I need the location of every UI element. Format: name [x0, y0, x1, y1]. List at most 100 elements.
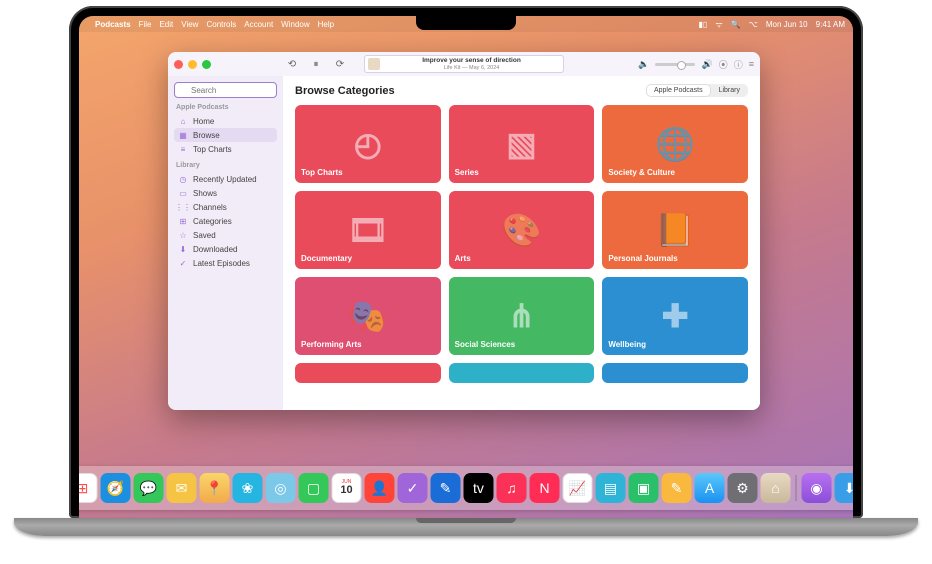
- volume-slider[interactable]: [655, 63, 695, 66]
- category-card-documentary[interactable]: 🎞Documentary: [295, 191, 441, 269]
- dock-safari[interactable]: 🧭: [101, 473, 131, 503]
- category-card-series[interactable]: ▧Series: [449, 105, 595, 183]
- masks-icon: 🎭: [295, 277, 441, 355]
- sidebar-item-label: Latest Episodes: [193, 259, 250, 268]
- dock-music[interactable]: ♫: [497, 473, 527, 503]
- category-card-peek[interactable]: [449, 363, 595, 383]
- menu-account[interactable]: Account: [244, 20, 273, 29]
- info-button[interactable]: ⓘ: [734, 58, 743, 71]
- dock-launchpad[interactable]: ⊞: [79, 473, 98, 503]
- play-pause-button[interactable]: ⏸: [309, 57, 323, 71]
- battery-icon[interactable]: ▮▯: [699, 20, 708, 29]
- dock-notes[interactable]: ✎: [431, 473, 461, 503]
- sidebar-item-label: Categories: [193, 217, 232, 226]
- dock-facetime[interactable]: ▢: [299, 473, 329, 503]
- dock-messages[interactable]: 💬: [134, 473, 164, 503]
- search-input[interactable]: [174, 82, 277, 98]
- dock-reminders[interactable]: ✓: [398, 473, 428, 503]
- category-card-peek[interactable]: [602, 363, 748, 383]
- sidebar-item-label: Downloaded: [193, 245, 237, 254]
- home-icon: ⌂: [178, 116, 188, 126]
- sidebar-item-downloaded[interactable]: ⬇ Downloaded: [174, 242, 277, 256]
- dock-home[interactable]: ⌂: [761, 473, 791, 503]
- dock: ☺ ⊞ 🧭 💬 ✉ 📍 ❀ ◎ ▢ JUN10 👤 ✓ ✎ tv ♫ N 📈 ▤…: [79, 466, 853, 510]
- sidebar: 🔍 Apple Podcasts ⌂Home ▦Browse ≡Top Char…: [168, 76, 283, 410]
- sidebar-item-label: Shows: [193, 189, 217, 198]
- dock-keynote[interactable]: ▣: [629, 473, 659, 503]
- list-icon: ≡: [178, 144, 188, 154]
- category-card-arts[interactable]: 🎨Arts: [449, 191, 595, 269]
- volume-icon[interactable]: 🔈: [638, 59, 649, 70]
- globe-icon: 🌐: [602, 105, 748, 183]
- category-card-performing[interactable]: 🎭Performing Arts: [295, 277, 441, 355]
- star-icon: ☆: [178, 230, 188, 240]
- menubar-date[interactable]: Mon Jun 10: [766, 20, 808, 29]
- zoom-button[interactable]: [202, 60, 211, 69]
- close-button[interactable]: [174, 60, 183, 69]
- minimize-button[interactable]: [188, 60, 197, 69]
- category-card-top-charts[interactable]: ◴Top Charts: [295, 105, 441, 183]
- sidebar-section-apple: Apple Podcasts: [176, 104, 275, 111]
- titlebar: ⟲ ⏸ ⟳ Improve your sense of direction Li…: [168, 52, 760, 76]
- now-playing[interactable]: Improve your sense of direction Life Kit…: [364, 55, 564, 73]
- queue-button[interactable]: ≡: [749, 59, 754, 69]
- dock-photos[interactable]: ❀: [233, 473, 263, 503]
- dock-settings[interactable]: ⚙: [728, 473, 758, 503]
- sidebar-item-shows[interactable]: ▭Shows: [174, 186, 277, 200]
- category-grid: ◴Top Charts ▧Series 🌐Society & Culture 🎞…: [283, 101, 760, 410]
- dock-pages[interactable]: ✎: [662, 473, 692, 503]
- dock-separator: [796, 475, 797, 501]
- clock-icon: ◷: [178, 174, 188, 184]
- sidebar-item-label: Browse: [193, 131, 220, 140]
- dock-news[interactable]: N: [530, 473, 560, 503]
- dock-mail[interactable]: ✉: [167, 473, 197, 503]
- control-center-icon[interactable]: ⌥: [749, 20, 758, 29]
- sidebar-item-label: Home: [193, 117, 214, 126]
- dock-stocks[interactable]: 📈: [563, 473, 593, 503]
- sidebar-item-browse[interactable]: ▦ Browse: [174, 128, 277, 142]
- spotlight-icon[interactable]: 🔍: [731, 20, 741, 29]
- menu-edit[interactable]: Edit: [159, 20, 173, 29]
- category-card-wellbeing[interactable]: ✚Wellbeing: [602, 277, 748, 355]
- forward-button[interactable]: ⟳: [333, 57, 347, 71]
- sidebar-item-categories[interactable]: ⊞Categories: [174, 214, 277, 228]
- menu-controls[interactable]: Controls: [206, 20, 236, 29]
- sidebar-item-home[interactable]: ⌂ Home: [174, 114, 277, 128]
- dock-maps[interactable]: 📍: [200, 473, 230, 503]
- rewind-button[interactable]: ⟲: [285, 57, 299, 71]
- menu-window[interactable]: Window: [281, 20, 309, 29]
- sidebar-item-channels[interactable]: ⋮⋮Channels: [174, 200, 277, 214]
- dock-downloads[interactable]: ⬇: [835, 473, 854, 503]
- plus-icon: ✚: [602, 277, 748, 355]
- now-playing-artwork: [368, 58, 380, 70]
- channels-icon: ⋮⋮: [178, 202, 188, 212]
- sidebar-item-recent[interactable]: ◷Recently Updated: [174, 172, 277, 186]
- category-card-peek[interactable]: [295, 363, 441, 383]
- category-card-social-sciences[interactable]: ⋔Social Sciences: [449, 277, 595, 355]
- menu-file[interactable]: File: [139, 20, 152, 29]
- dock-contacts[interactable]: 👤: [365, 473, 395, 503]
- sidebar-item-topcharts[interactable]: ≡Top Charts: [174, 142, 277, 156]
- grid-icon: ▦: [178, 130, 188, 140]
- airplay-button[interactable]: ⦿: [719, 58, 728, 71]
- dock-findmy[interactable]: ◎: [266, 473, 296, 503]
- pill-apple-podcasts[interactable]: Apple Podcasts: [646, 84, 711, 97]
- category-card-journals[interactable]: 📙Personal Journals: [602, 191, 748, 269]
- menu-help[interactable]: Help: [318, 20, 334, 29]
- sidebar-item-saved[interactable]: ☆Saved: [174, 228, 277, 242]
- dock-numbers[interactable]: ▤: [596, 473, 626, 503]
- menu-view[interactable]: View: [181, 20, 198, 29]
- menubar-time[interactable]: 9:41 AM: [816, 20, 845, 29]
- dock-appstore[interactable]: A: [695, 473, 725, 503]
- download-icon: ⬇: [178, 244, 188, 254]
- sidebar-item-latest[interactable]: ✓Latest Episodes: [174, 256, 277, 270]
- dock-calendar[interactable]: JUN10: [332, 473, 362, 503]
- chart-icon: ◴: [295, 105, 441, 183]
- main-content: Browse Categories Apple Podcasts Library…: [283, 76, 760, 410]
- app-menu[interactable]: Podcasts: [95, 20, 131, 29]
- dock-podcasts[interactable]: ◉: [802, 473, 832, 503]
- category-card-society[interactable]: 🌐Society & Culture: [602, 105, 748, 183]
- wifi-icon[interactable]: ᯤ: [715, 19, 722, 30]
- dock-tv[interactable]: tv: [464, 473, 494, 503]
- pill-library[interactable]: Library: [711, 84, 748, 97]
